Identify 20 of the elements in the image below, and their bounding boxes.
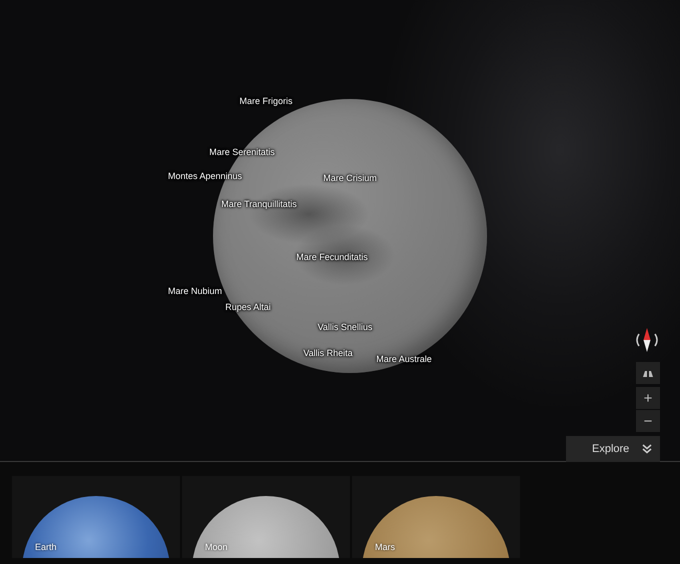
- map-label[interactable]: Vallis Snellius: [318, 322, 372, 332]
- tilt-icon: [642, 370, 654, 376]
- tilt-button[interactable]: [636, 362, 660, 384]
- planet-name: Mars: [375, 542, 395, 552]
- map-label[interactable]: Mare Australe: [376, 354, 432, 364]
- map-label[interactable]: Vallis Rheita: [303, 348, 353, 358]
- map-label[interactable]: Mare Nubium: [168, 286, 222, 296]
- zoom-in-button[interactable]: +: [636, 387, 660, 409]
- map-label[interactable]: Mare Crisium: [323, 173, 377, 183]
- zoom-out-button[interactable]: −: [636, 410, 660, 432]
- double-chevron-icon: [642, 444, 652, 454]
- planet-card[interactable]: Mars: [352, 476, 520, 558]
- planet-name: Moon: [205, 542, 228, 552]
- map-label[interactable]: Montes Apenninus: [168, 171, 242, 181]
- planet-card[interactable]: Earth: [12, 476, 180, 558]
- map-label[interactable]: Mare Fecunditatis: [296, 252, 368, 262]
- map-label[interactable]: Mare Frigoris: [240, 96, 292, 106]
- planet-name: Earth: [35, 542, 57, 552]
- map-label[interactable]: Mare Tranquillitatis: [221, 199, 297, 209]
- explore-button[interactable]: Explore: [566, 436, 660, 462]
